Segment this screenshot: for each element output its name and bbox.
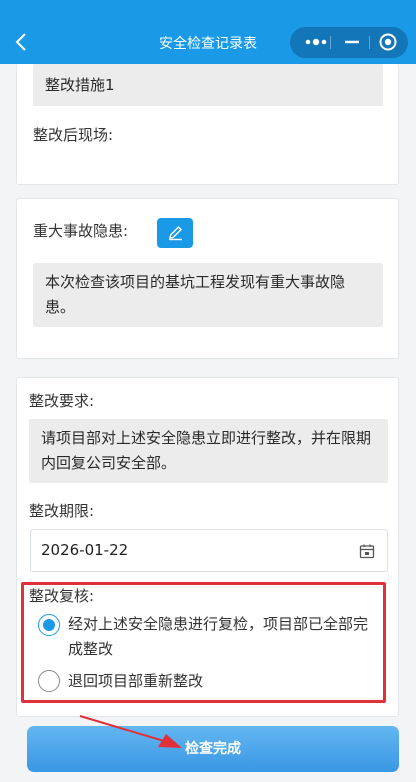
deadline-label: 整改期限: xyxy=(29,502,95,520)
capsule-divider xyxy=(330,36,331,49)
hazard-text: 本次检查该项目的基坑工程发现有重大事故隐患。 xyxy=(33,263,383,327)
annotation-arrow-icon xyxy=(79,715,182,748)
review-highlight-box xyxy=(21,582,386,703)
mini-program-capsule xyxy=(290,27,408,58)
after-site-label: 整改后现场: xyxy=(33,126,114,144)
deadline-date-picker[interactable]: 2026-01-22 xyxy=(30,529,388,572)
measures-text: 整改措施1 xyxy=(33,64,383,106)
pencil-icon xyxy=(169,226,182,241)
capsule-divider xyxy=(369,36,370,49)
requirement-label: 整改要求: xyxy=(29,392,95,410)
requirement-text: 请项目部对上述安全隐患立即进行整改，并在限期内回复公司安全部。 xyxy=(29,419,388,483)
navbar: 安全检查记录表 xyxy=(0,0,416,64)
minimize-icon[interactable] xyxy=(340,32,364,52)
hazard-label: 重大事故隐患: xyxy=(33,222,129,240)
deadline-value: 2026-01-22 xyxy=(41,541,129,559)
edit-hazard-button[interactable] xyxy=(157,218,193,248)
close-mini-program-icon[interactable] xyxy=(376,32,400,52)
more-icon[interactable] xyxy=(302,32,330,52)
calendar-icon xyxy=(359,544,375,559)
